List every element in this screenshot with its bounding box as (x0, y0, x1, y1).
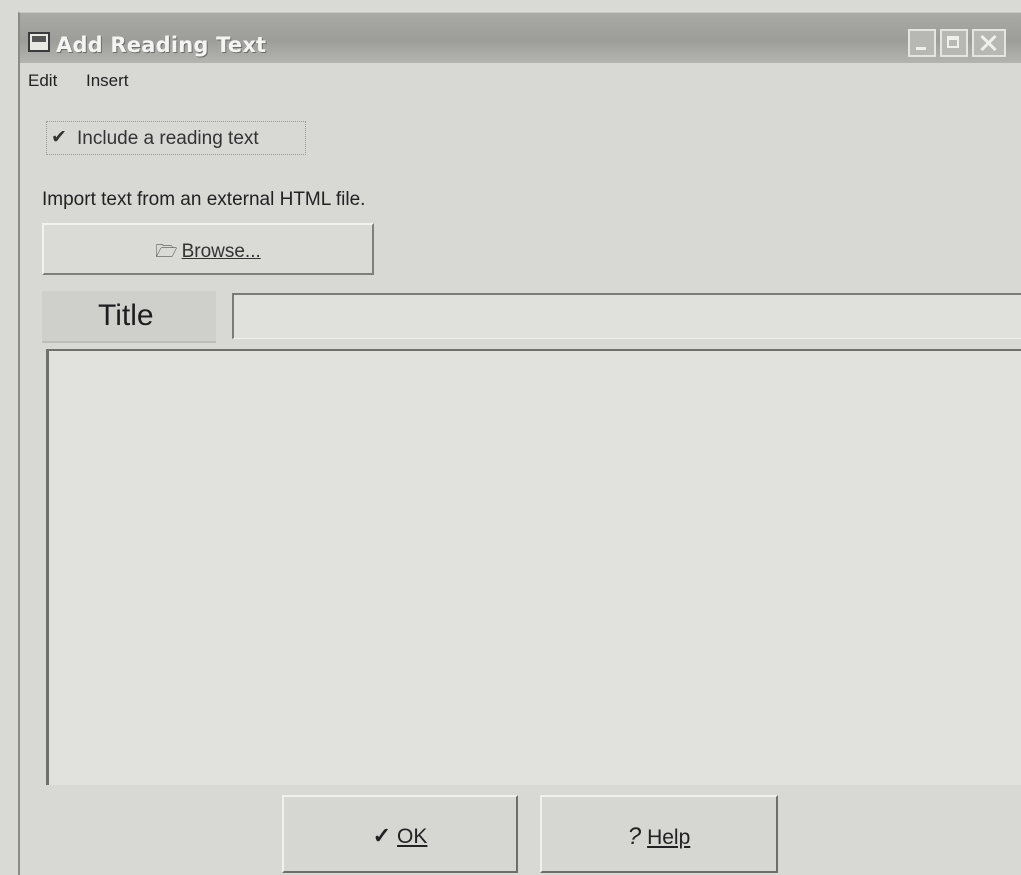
title-label-box: Title (42, 291, 216, 343)
menu-bar: Edit Insert (20, 67, 1021, 95)
browse-button[interactable]: 🗁 Browse... (42, 223, 374, 275)
ok-button[interactable]: ✓ OK (282, 795, 518, 873)
checkmark-icon: ✓ (372, 823, 392, 848)
include-reading-text-checkbox[interactable]: ✔ Include a reading text (46, 121, 306, 155)
maximize-icon[interactable] (940, 29, 968, 57)
checkmark-icon[interactable]: ✔ (51, 128, 69, 147)
browse-button-label: Browse... (181, 241, 261, 262)
title-input[interactable] (232, 293, 1021, 339)
folder-open-icon: 🗁 (155, 241, 178, 261)
window-title: Add Reading Text (56, 33, 267, 57)
minimize-icon[interactable] (908, 29, 936, 57)
title-bar[interactable]: Add Reading Text (20, 13, 1021, 63)
ok-button-label: OK (397, 825, 428, 848)
window-app-icon[interactable] (28, 32, 50, 52)
import-instructions: Import text from an external HTML file. (42, 189, 366, 210)
add-reading-text-dialog: Add Reading Text Edit Insert ✔ Include a… (18, 12, 1021, 875)
question-mark-icon: ? (627, 823, 642, 850)
help-button[interactable]: ? Help (540, 795, 778, 873)
include-reading-text-label: Include a reading text (77, 128, 259, 149)
menu-edit[interactable]: Edit (28, 71, 57, 91)
menu-insert[interactable]: Insert (86, 71, 129, 91)
reading-text-area[interactable] (46, 349, 1021, 785)
title-label: Title (98, 299, 154, 332)
close-icon[interactable] (972, 29, 1006, 57)
help-button-label: Help (647, 826, 691, 849)
